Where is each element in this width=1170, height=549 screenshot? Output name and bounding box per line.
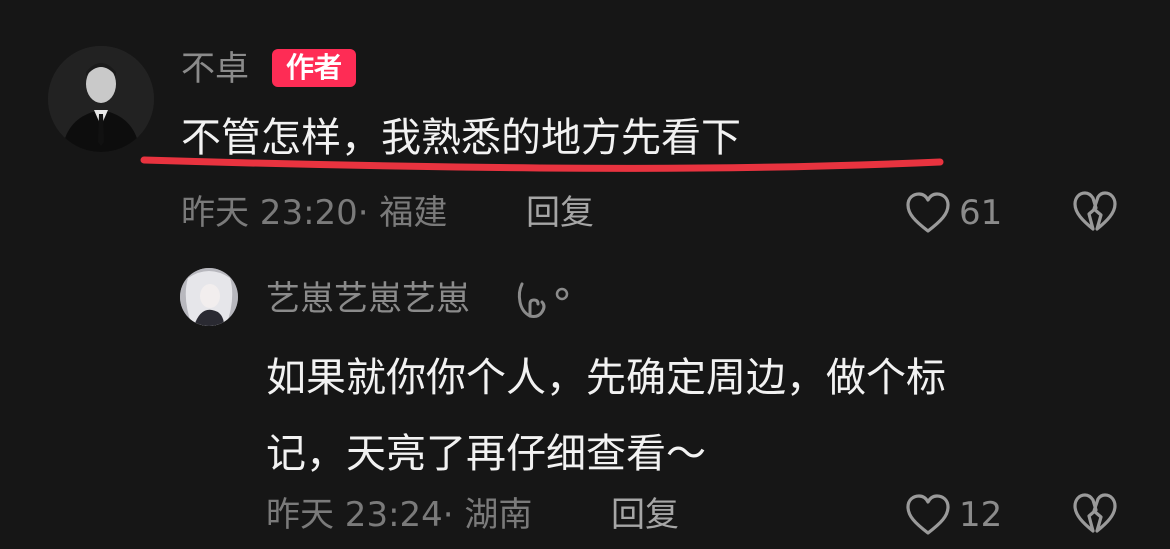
- red-underline-annotation: [140, 156, 944, 172]
- heart-outline-icon: [906, 192, 950, 233]
- dislike-button[interactable]: [1072, 190, 1118, 234]
- reply-button[interactable]: 回复: [526, 193, 594, 233]
- like-button[interactable]: 61: [905, 190, 1002, 236]
- heart-outline-icon: [906, 494, 950, 535]
- reply-time: 昨天 23:24: [266, 495, 443, 535]
- heart-hand-icon: [517, 282, 569, 318]
- reply-location: 湖南: [464, 495, 533, 535]
- like-button[interactable]: 12: [905, 492, 1002, 538]
- broken-heart-icon: [1073, 191, 1117, 231]
- reply-text-line-2: 记，天亮了再仔细查看～: [266, 431, 706, 477]
- dislike-button[interactable]: [1072, 492, 1118, 536]
- like-count: 61: [959, 193, 1003, 233]
- comment-location: 福建: [379, 193, 448, 233]
- broken-heart-icon: [1073, 493, 1117, 533]
- reply-username[interactable]: 艺崽艺崽艺崽: [266, 279, 470, 319]
- reply-avatar[interactable]: [180, 268, 238, 326]
- comment-time: 昨天 23:20: [181, 193, 358, 233]
- reply-meta: 昨天 23:24· 湖南: [266, 495, 532, 535]
- reply-text: 如果就你你个人，先确定周边，做个标 记，天亮了再仔细查看～: [266, 340, 1066, 492]
- reply-text-line-1: 如果就你你个人，先确定周边，做个标: [266, 355, 946, 401]
- avatar[interactable]: [48, 46, 154, 152]
- author-badge: 作者: [272, 49, 357, 87]
- meta-separator: ·: [357, 193, 380, 233]
- username[interactable]: 不卓: [181, 49, 249, 89]
- comment-meta: 昨天 23:20· 福建: [181, 193, 447, 233]
- reply-button[interactable]: 回复: [611, 495, 679, 535]
- meta-separator: ·: [442, 495, 465, 535]
- like-count: 12: [959, 495, 1003, 535]
- comment-thread: 不卓 作者 不管怎样，我熟悉的地方先看下 昨天 23:20· 福建 回复 61 …: [0, 0, 1170, 549]
